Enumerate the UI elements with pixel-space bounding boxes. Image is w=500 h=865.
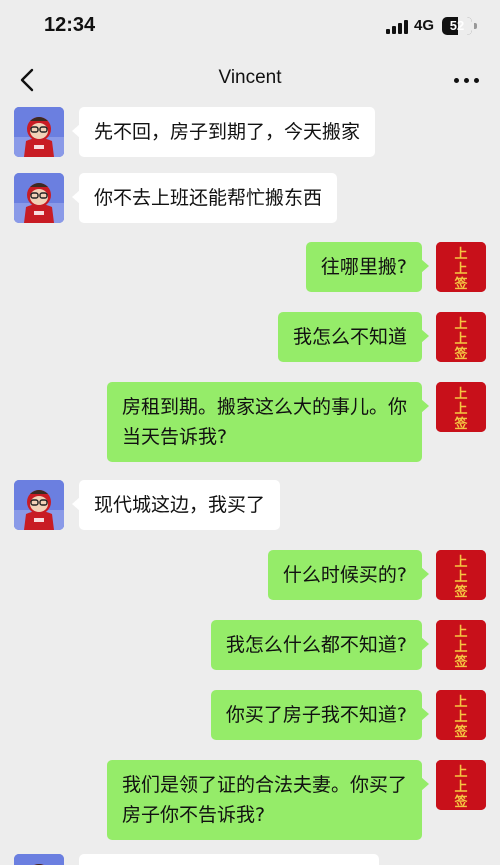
received-message-bubble[interactable]: 先不回，房子到期了，今天搬家: [71, 107, 376, 157]
chat-header: Vincent: [0, 56, 500, 104]
svg-text:签: 签: [453, 276, 468, 292]
svg-text:上: 上: [454, 780, 467, 795]
sent-message-bubble[interactable]: 什么时候买的?: [267, 550, 430, 600]
status-bar: 12:34 4G 52: [0, 0, 500, 56]
received-message-bubble[interactable]: 现代城这边，我买了: [71, 480, 281, 530]
svg-text:上: 上: [454, 247, 467, 262]
svg-text:上: 上: [454, 710, 467, 725]
my-avatar[interactable]: 上上签: [436, 690, 486, 740]
contact-avatar[interactable]: [14, 107, 64, 157]
svg-text:上: 上: [454, 332, 467, 347]
sent-message-bubble[interactable]: 往哪里搬?: [305, 242, 430, 292]
svg-text:上: 上: [454, 387, 467, 402]
svg-text:上: 上: [454, 640, 467, 655]
svg-text:上: 上: [454, 402, 467, 417]
my-avatar[interactable]: 上上签: [436, 312, 486, 362]
svg-text:上: 上: [454, 555, 467, 570]
received-message-bubble[interactable]: 你不去上班还能帮忙搬东西: [71, 173, 338, 223]
svg-text:签: 签: [453, 346, 468, 362]
battery-icon: 52: [442, 17, 472, 35]
svg-text:上: 上: [454, 765, 467, 780]
svg-text:签: 签: [453, 794, 468, 810]
my-avatar[interactable]: 上上签: [436, 760, 486, 810]
message-list[interactable]: 先不回，房子到期了，今天搬家 你不去上班还能帮忙搬东西上上签往哪里搬? 上上签我怎么…: [0, 104, 500, 865]
svg-text:上: 上: [454, 262, 467, 277]
sent-message-bubble[interactable]: 我们是领了证的合法夫妻。你买了 房子你不告诉我?: [106, 760, 430, 840]
network-type: 4G: [414, 17, 435, 34]
svg-text:上: 上: [454, 625, 467, 640]
svg-text:签: 签: [453, 416, 468, 432]
my-avatar[interactable]: 上上签: [436, 620, 486, 670]
sent-message-bubble[interactable]: 你买了房子我不知道?: [210, 690, 430, 740]
sent-message-bubble[interactable]: 房租到期。搬家这么大的事儿。你 当天告诉我?: [106, 382, 430, 462]
ellipsis-icon[interactable]: [450, 70, 484, 90]
cellular-signal-icon: [386, 20, 408, 34]
battery-level: 52: [449, 18, 465, 33]
contact-avatar[interactable]: [14, 854, 64, 865]
chat-title: Vincent: [218, 67, 282, 88]
svg-text:签: 签: [453, 584, 468, 600]
sent-message-bubble[interactable]: 我怎么什么都不知道?: [210, 620, 430, 670]
svg-text:上: 上: [454, 570, 467, 585]
svg-text:签: 签: [453, 654, 468, 670]
sent-message-bubble[interactable]: 我怎么不知道: [277, 312, 430, 362]
my-avatar[interactable]: 上上签: [436, 242, 486, 292]
svg-text:签: 签: [453, 724, 468, 740]
received-message-bubble[interactable]: [79, 854, 379, 865]
my-avatar[interactable]: 上上签: [436, 382, 486, 432]
contact-avatar[interactable]: [14, 173, 64, 223]
status-time: 12:34: [44, 14, 96, 36]
battery-tip: [474, 23, 477, 29]
contact-avatar[interactable]: [14, 480, 64, 530]
svg-text:上: 上: [454, 695, 467, 710]
my-avatar[interactable]: 上上签: [436, 550, 486, 600]
svg-text:上: 上: [454, 317, 467, 332]
